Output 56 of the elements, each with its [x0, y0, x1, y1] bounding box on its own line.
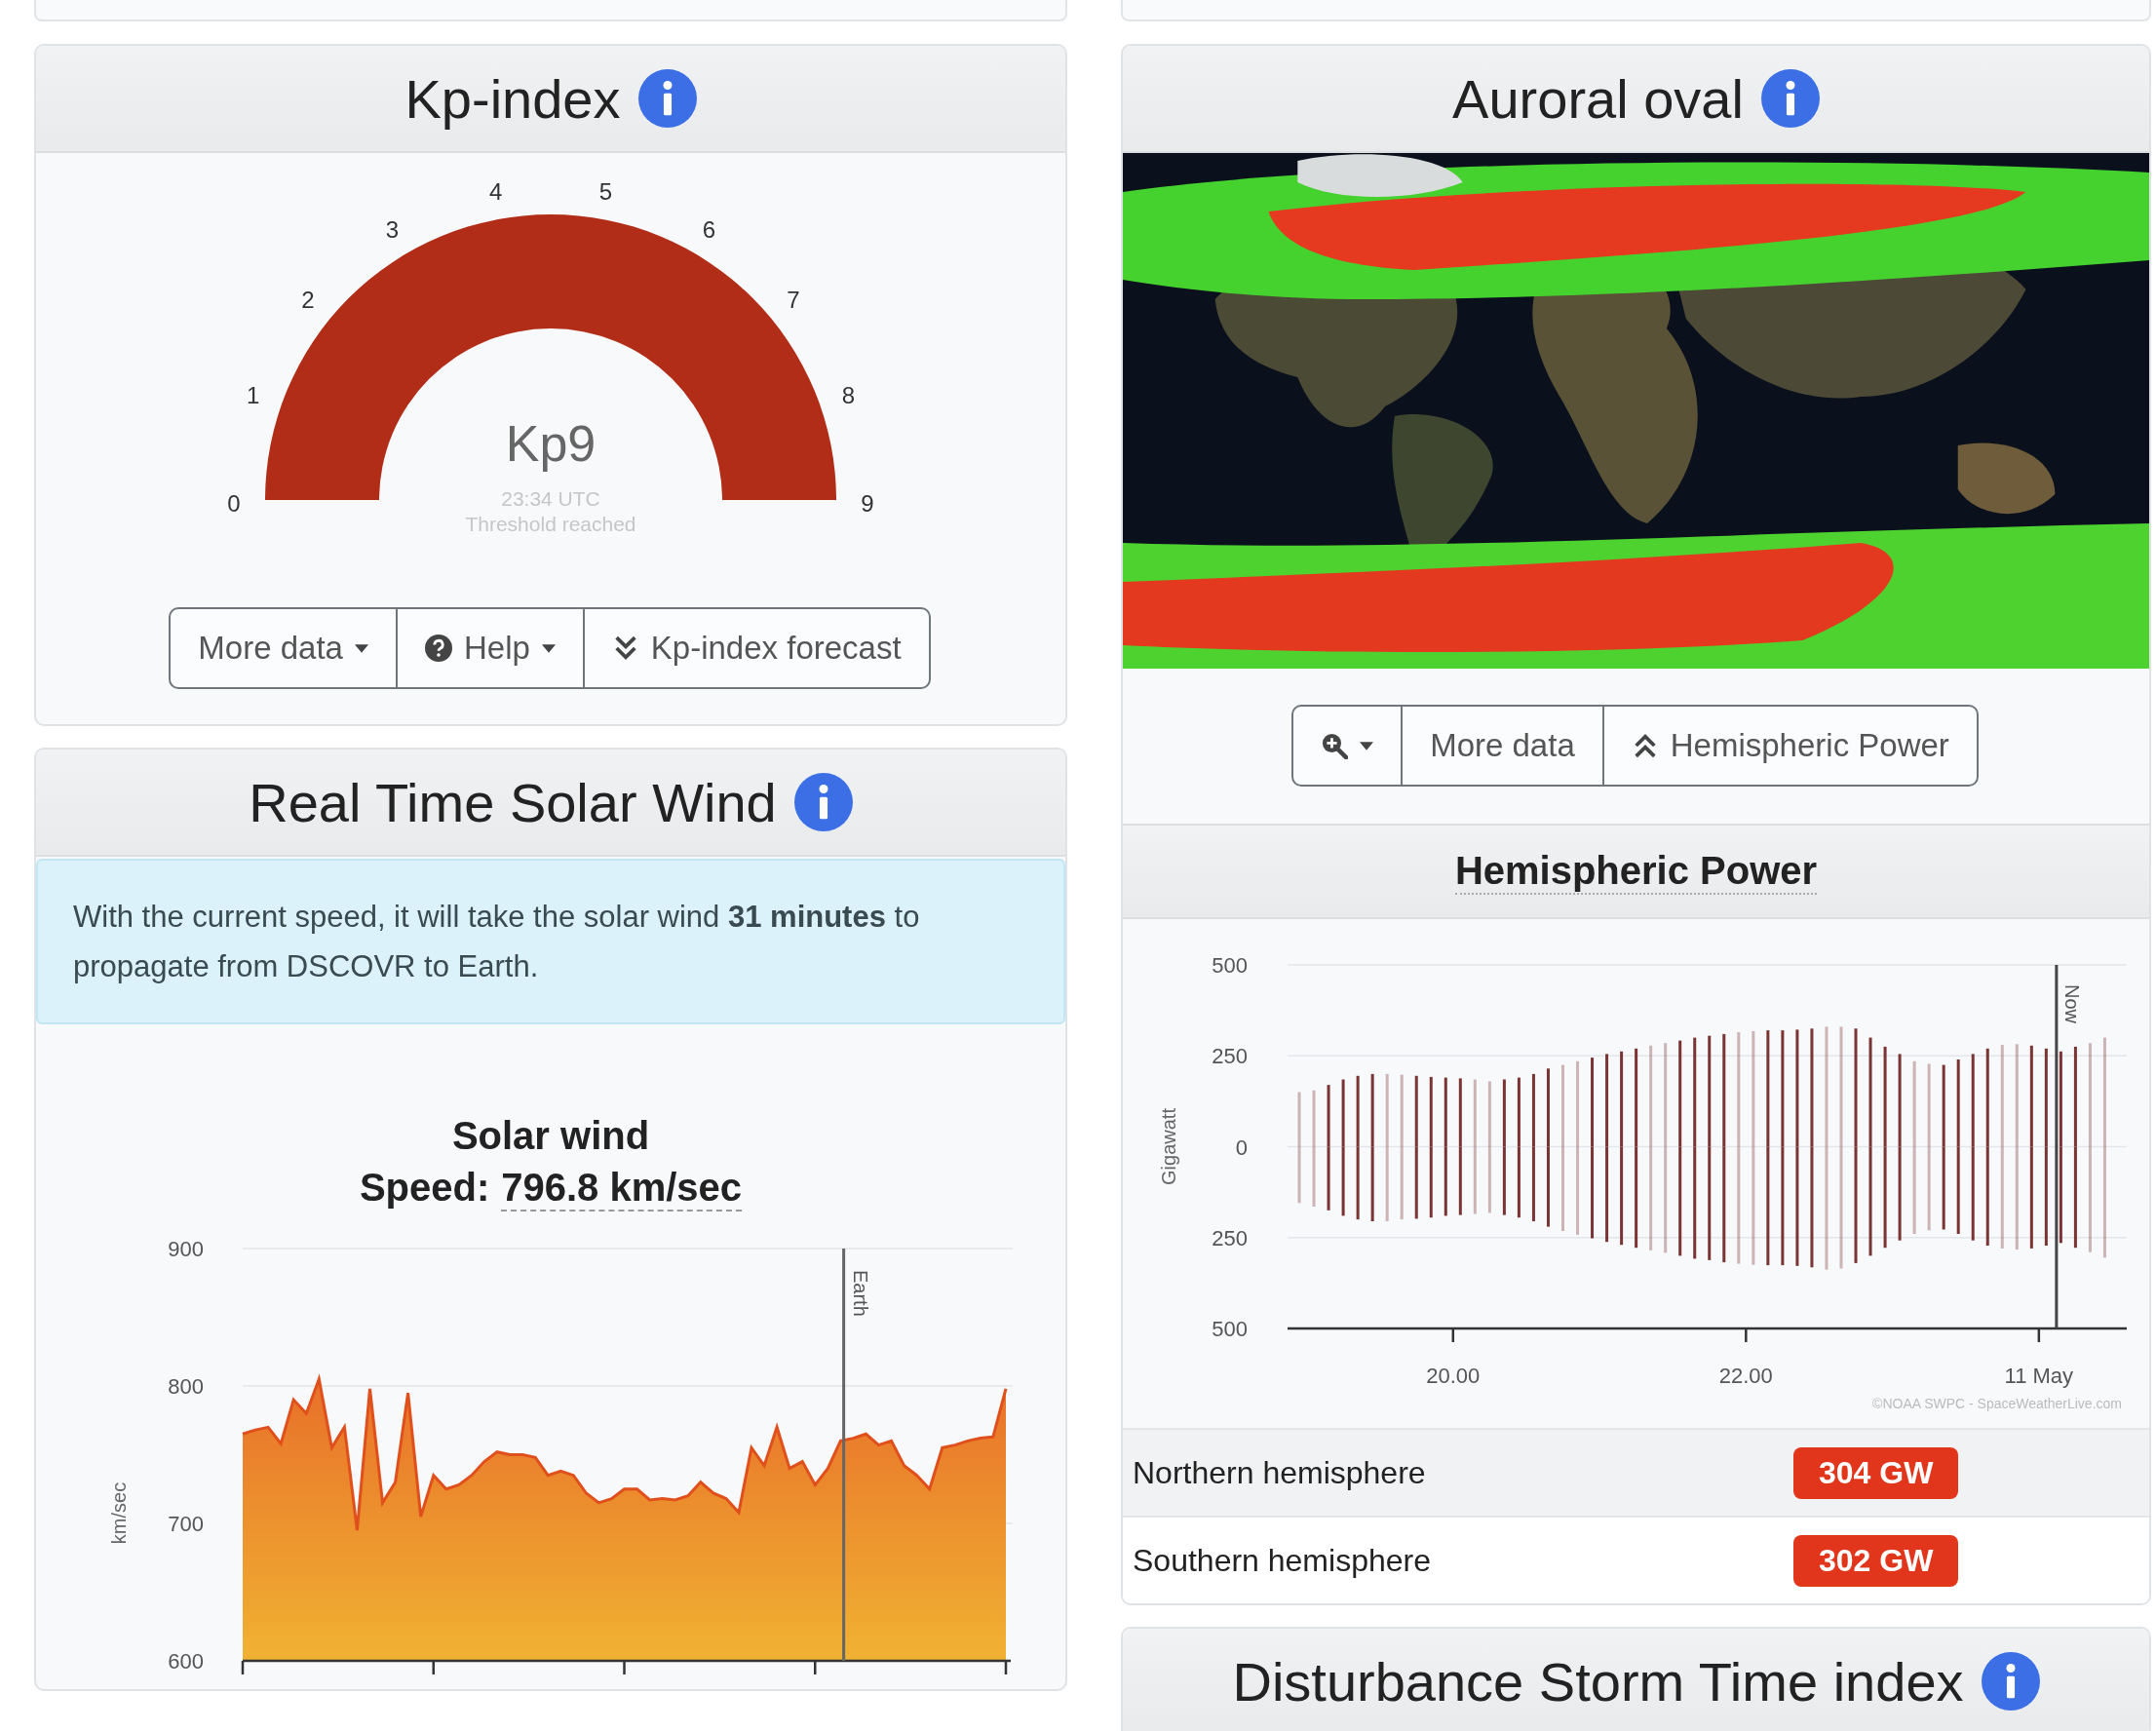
axis-label: 900: [168, 1237, 204, 1262]
scale-label: 1: [246, 382, 260, 409]
value-badge: 302 GW: [1793, 1534, 1959, 1587]
marker-label: Earth: [849, 1270, 871, 1318]
axis-label: 250: [1212, 1044, 1248, 1069]
zoom-in-icon: [1321, 732, 1349, 759]
scale-label: 6: [702, 215, 716, 243]
row-label: Northern hemisphere: [1133, 1454, 1427, 1491]
info-alert: With the current speed, it will take the solar wind 31 minutes to propagate from DSCOVR to Earth.: [36, 859, 1065, 1025]
scale-label: 0: [227, 490, 241, 518]
card-title: Real Time Solar Wind: [249, 770, 777, 834]
scale-label: 3: [385, 215, 400, 243]
axis-label: 500: [1212, 1317, 1248, 1341]
scale-label: 7: [787, 287, 800, 314]
zoom-button[interactable]: [1291, 705, 1404, 787]
scale-label: 2: [301, 287, 315, 314]
caret-icon: [541, 643, 556, 653]
help-button[interactable]: Help: [395, 607, 585, 689]
row-label: Southern hemisphere: [1133, 1542, 1432, 1579]
axis-title: km/sec: [108, 1482, 130, 1545]
caret-icon: [1360, 741, 1374, 750]
help-icon: [424, 635, 452, 662]
speed-value: 796.8 km/sec: [501, 1166, 743, 1212]
toggle-button[interactable]: Kp-index forecast: [582, 607, 931, 689]
axis-label: 0: [1235, 1135, 1248, 1160]
dropdown-button[interactable]: More data: [169, 607, 398, 689]
axis-label: 250: [1212, 1225, 1248, 1250]
scale-label: 4: [488, 178, 503, 206]
card-title: Disturbance Storm Time index: [1232, 1649, 1964, 1713]
caret-icon: [354, 643, 368, 653]
axis-label: 11 May: [2004, 1364, 2074, 1388]
axis-label: 500: [1212, 953, 1248, 978]
card-title: Kp-index: [404, 66, 621, 131]
axis-label: 700: [168, 1512, 204, 1537]
scale-label: 8: [841, 382, 856, 409]
section-title: Hemispheric Power: [1454, 848, 1818, 895]
card-title: Auroral oval: [1452, 66, 1744, 131]
chart-credit: ©NOAA SWPC - SpaceWeatherLive.com: [1872, 1396, 2122, 1411]
scale-label: 9: [861, 490, 874, 518]
chart-title: Solar wind: [451, 1114, 650, 1159]
toggle-button[interactable]: Hemispheric Power: [1601, 705, 1979, 787]
more-button[interactable]: More data: [1401, 705, 1604, 787]
marker-label: Now: [2060, 984, 2083, 1023]
info-icon[interactable]: [637, 69, 697, 128]
axis-title: Gigawatt: [1158, 1108, 1179, 1185]
axis-label: 22.00: [1718, 1364, 1773, 1388]
speed-label: Speed:: [359, 1166, 490, 1212]
axis-label: 600: [168, 1649, 204, 1674]
axis-label: 20.00: [1426, 1364, 1481, 1388]
info-icon[interactable]: [1760, 69, 1820, 128]
axis-label: 800: [168, 1374, 204, 1400]
info-icon[interactable]: [1981, 1652, 2040, 1711]
info-icon[interactable]: [793, 773, 853, 831]
value-badge: 304 GW: [1793, 1446, 1959, 1499]
scale-label: 5: [598, 178, 613, 206]
gauge-value: Kp9: [505, 415, 597, 472]
